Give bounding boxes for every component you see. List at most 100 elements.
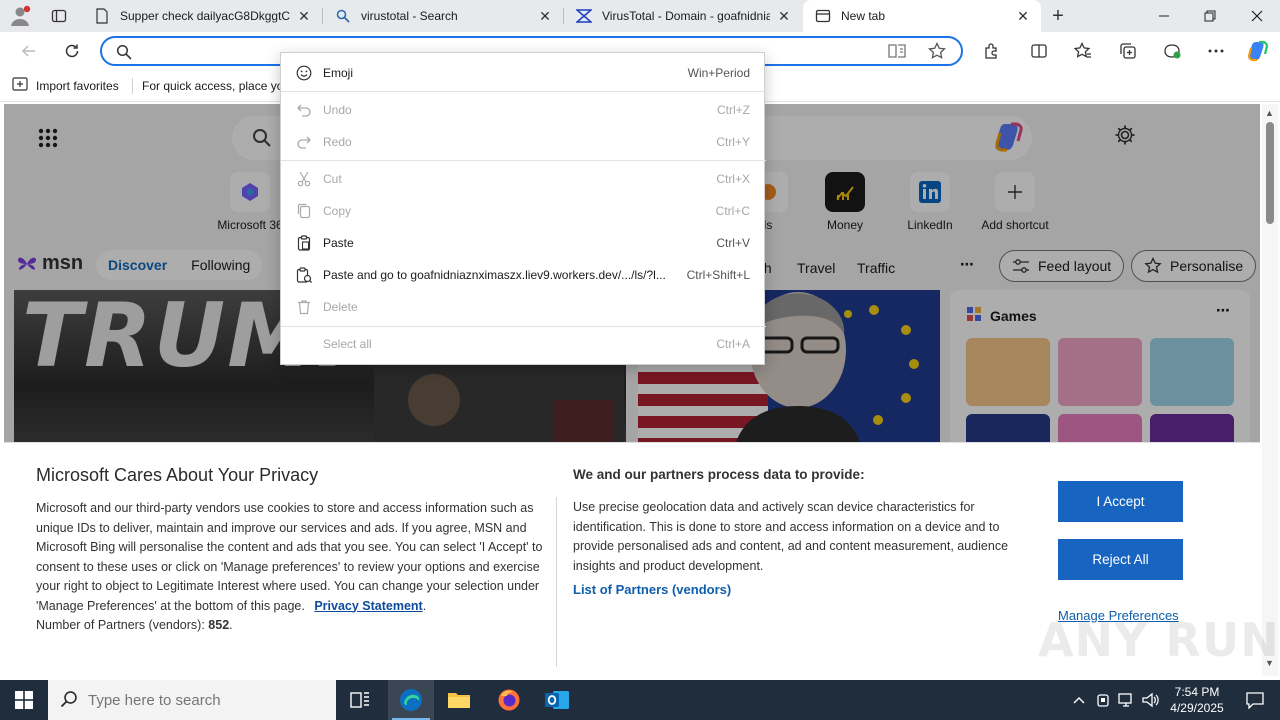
windows-taskbar: 7:54 PM 4/29/2025 <box>0 680 1280 720</box>
copilot-icon[interactable] <box>1243 36 1273 66</box>
menu-item-shortcut: Ctrl+V <box>716 236 750 250</box>
edge-taskbar-icon[interactable] <box>388 680 434 720</box>
search-icon <box>335 8 351 24</box>
favorites-divider <box>132 78 133 94</box>
paste-icon <box>295 235 313 251</box>
volume-icon[interactable] <box>1140 680 1162 720</box>
menu-item-paste[interactable]: Paste Ctrl+V <box>281 228 766 258</box>
delete-icon <box>295 299 313 315</box>
menu-item-delete[interactable]: Delete <box>281 292 766 322</box>
menu-item-label: Emoji <box>323 66 354 80</box>
emoji-icon <box>295 65 313 81</box>
menu-item-shortcut: Ctrl+Shift+L <box>686 268 750 282</box>
menu-item-label: Paste <box>323 236 354 250</box>
menu-item-label: Delete <box>323 300 358 314</box>
extensions-icon[interactable] <box>977 36 1007 66</box>
tab-actions-icon[interactable] <box>46 4 72 28</box>
new-tab-plus-icon[interactable]: + <box>1046 4 1070 28</box>
system-clock[interactable]: 7:54 PM 4/29/2025 <box>1162 684 1232 716</box>
menu-item-cut[interactable]: Cut Ctrl+X <box>281 164 766 194</box>
menu-item-shortcut: Win+Period <box>687 66 750 80</box>
menu-item-shortcut: Ctrl+X <box>716 172 750 186</box>
privacy-data-body: Use precise geolocation data and activel… <box>573 500 1009 573</box>
privacy-body-text: Microsoft and our third-party vendors us… <box>36 501 543 613</box>
partners-count: 852 <box>208 618 230 632</box>
menu-separator <box>281 160 766 161</box>
privacy-data-heading: We and our partners process data to prov… <box>573 467 865 482</box>
newtab-icon <box>815 8 831 24</box>
undo-icon <box>295 102 313 118</box>
close-tab-icon[interactable]: ✕ <box>537 8 553 24</box>
network-icon[interactable] <box>1116 680 1138 720</box>
split-screen-icon[interactable] <box>1024 36 1054 66</box>
menu-item-select-all[interactable]: Select all Ctrl+A <box>281 329 766 359</box>
restore-icon[interactable] <box>1187 0 1233 32</box>
privacy-body: Microsoft and our third-party vendors us… <box>36 499 546 636</box>
privacy-statement-link[interactable]: Privacy Statement <box>314 599 422 613</box>
import-favorites-label: Import favorites <box>36 78 119 93</box>
favorites-icon[interactable] <box>1068 36 1098 66</box>
clock-date: 4/29/2025 <box>1170 701 1224 715</box>
menu-item-label: Undo <box>323 103 352 117</box>
tab-new-tab[interactable]: New tab ✕ <box>803 0 1041 32</box>
reject-all-button[interactable]: Reject All <box>1058 539 1183 580</box>
meet-now-icon[interactable] <box>1092 680 1114 720</box>
accept-button[interactable]: I Accept <box>1058 481 1183 522</box>
cut-icon <box>295 171 313 187</box>
privacy-title: Microsoft Cares About Your Privacy <box>36 465 319 485</box>
privacy-period: . <box>422 598 427 613</box>
task-view-icon[interactable] <box>337 680 383 720</box>
tray-overflow-chevron-icon[interactable] <box>1068 680 1090 720</box>
partners-count-label: Number of Partners (vendors): <box>36 618 205 632</box>
immersive-reader-icon[interactable] <box>888 43 908 62</box>
close-window-icon[interactable] <box>1234 0 1280 32</box>
paste-go-icon <box>295 267 313 283</box>
tab-virustotal-domain[interactable]: VirusTotal - Domain - goafnidnia ✕ <box>564 0 802 32</box>
menu-item-shortcut: Ctrl+Z <box>717 103 750 117</box>
menu-item-undo[interactable]: Undo Ctrl+Z <box>281 95 766 125</box>
scrollbar-thumb[interactable] <box>1266 122 1274 224</box>
import-favorites-button[interactable]: Import favorites <box>12 77 119 94</box>
copy-icon <box>295 203 313 219</box>
minimize-icon[interactable] <box>1141 0 1187 32</box>
close-tab-icon[interactable]: ✕ <box>776 8 792 24</box>
menu-item-copy[interactable]: Copy Ctrl+C <box>281 196 766 226</box>
profile-avatar-icon[interactable] <box>8 4 34 28</box>
import-icon <box>12 77 28 94</box>
taskbar-search-input[interactable] <box>88 691 328 709</box>
add-favorite-star-icon[interactable] <box>928 41 946 63</box>
notification-center-icon[interactable] <box>1232 680 1278 720</box>
close-tab-icon[interactable]: ✕ <box>296 8 312 24</box>
windows-start-icon[interactable] <box>0 680 48 720</box>
menu-item-shortcut: Ctrl+C <box>715 204 750 218</box>
scroll-up-arrow-icon[interactable]: ▲ <box>1265 108 1274 118</box>
vertical-scrollbar[interactable]: ▲ ▼ <box>1262 104 1278 676</box>
menu-item-shortcut: Ctrl+A <box>716 337 750 351</box>
menu-item-shortcut: Ctrl+Y <box>716 135 750 149</box>
firefox-icon[interactable] <box>486 680 532 720</box>
file-explorer-icon[interactable] <box>436 680 482 720</box>
partners-period: . <box>229 618 233 632</box>
tab-virustotal-search[interactable]: virustotal - Search ✕ <box>323 0 563 32</box>
outlook-icon[interactable] <box>534 680 580 720</box>
browser-essentials-icon[interactable] <box>1157 36 1187 66</box>
menu-separator <box>281 91 766 92</box>
search-icon <box>116 44 132 63</box>
menu-item-label: Select all <box>323 337 372 351</box>
list-of-partners-link[interactable]: List of Partners (vendors) <box>573 582 731 597</box>
menu-item-redo[interactable]: Redo Ctrl+Y <box>281 127 766 157</box>
refresh-icon[interactable] <box>57 36 87 66</box>
tab-supper-check[interactable]: Supper check dailyacG8DkggtC2( ✕ <box>82 0 322 32</box>
menu-item-paste-and-go[interactable]: Paste and go to goafnidniaznximaszx.liev… <box>281 260 766 290</box>
virustotal-icon <box>576 8 592 24</box>
back-arrow-icon[interactable] <box>14 36 44 66</box>
close-tab-icon[interactable]: ✕ <box>1015 8 1031 24</box>
page-icon <box>94 8 110 24</box>
menu-separator <box>281 326 766 327</box>
menu-item-emoji[interactable]: Emoji Win+Period <box>281 58 766 88</box>
collections-icon[interactable] <box>1113 36 1143 66</box>
menu-item-label: Redo <box>323 135 352 149</box>
taskbar-search-box[interactable] <box>48 680 336 720</box>
more-options-icon[interactable] <box>1201 36 1231 66</box>
redo-icon <box>295 134 313 150</box>
